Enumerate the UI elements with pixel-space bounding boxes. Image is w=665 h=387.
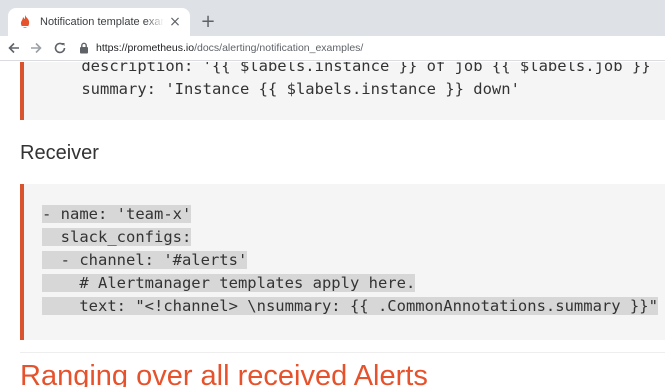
- code-line-selected: text: "<!channel> \nsummary: {{ .CommonA…: [42, 297, 658, 315]
- section-heading-ranging: Ranging over all received Alerts: [20, 360, 428, 387]
- code-line-selected: - channel: '#alerts': [42, 251, 248, 269]
- code-block-alert-rule: description: '{{ $labels.instance }} of …: [20, 62, 665, 120]
- lock-icon: [78, 42, 90, 54]
- tab-title: Notification template examples: [40, 16, 164, 28]
- code-block-receiver: - name: 'team-x' slack_configs: - channe…: [20, 184, 665, 340]
- url-host: https://prometheus.io: [96, 42, 195, 54]
- tab-strip: Notification template examples × +: [0, 0, 665, 36]
- arrow-right-icon[interactable]: [26, 38, 46, 58]
- section-heading-receiver: Receiver: [20, 142, 99, 164]
- tab-active[interactable]: Notification template examples ×: [8, 8, 190, 36]
- code-line: description: '{{ $labels.instance }} of …: [44, 62, 651, 75]
- reload-icon[interactable]: [50, 38, 70, 58]
- code-lines: description: '{{ $labels.instance }} of …: [44, 62, 651, 101]
- browser-toolbar: https://prometheus.io/docs/alerting/noti…: [0, 36, 665, 61]
- url-path: /docs/alerting/notification_examples/: [194, 42, 364, 54]
- code-lines: - name: 'team-x' slack_configs: - channe…: [42, 203, 658, 318]
- address-bar[interactable]: https://prometheus.io/docs/alerting/noti…: [78, 38, 665, 58]
- new-tab-button[interactable]: +: [196, 10, 220, 34]
- arrow-left-icon[interactable]: [4, 38, 24, 58]
- page-viewport: description: '{{ $labels.instance }} of …: [0, 62, 665, 387]
- close-icon[interactable]: ×: [168, 15, 182, 29]
- code-line: summary: 'Instance {{ $labels.instance }…: [44, 80, 520, 98]
- code-line-selected: # Alertmanager templates apply here.: [42, 274, 416, 292]
- divider: [20, 352, 665, 353]
- code-line-selected: slack_configs:: [42, 228, 192, 246]
- code-line-selected: - name: 'team-x': [42, 205, 192, 223]
- prometheus-flame-icon: [18, 15, 32, 29]
